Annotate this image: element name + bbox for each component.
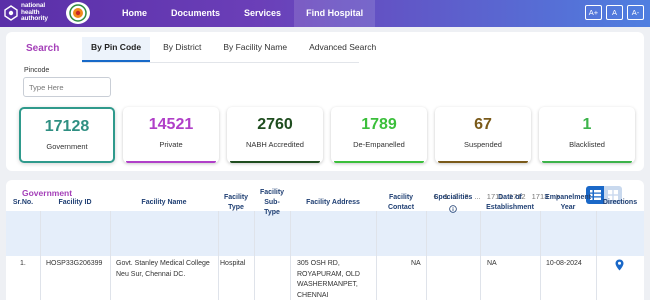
search-tabs: By Pin Code By District By Facility Name… <box>82 37 385 62</box>
cell-sr-no: 1. <box>20 260 26 267</box>
stat-accent-bar <box>438 161 528 163</box>
stat-value: 2760 <box>257 116 293 133</box>
font-size-controls: A+ A A- <box>585 5 644 20</box>
stat-card-government[interactable]: 17128 Government <box>19 107 115 163</box>
cell-directions[interactable] <box>615 259 624 276</box>
stat-accent-bar <box>542 161 632 163</box>
nav-documents[interactable]: Documents <box>160 0 231 27</box>
stat-value: 14521 <box>148 116 194 133</box>
nha-logo[interactable]: national health authority <box>4 2 62 24</box>
stat-value: 17128 <box>44 118 90 135</box>
stat-label: NABH Accredited <box>246 140 304 149</box>
column-divider <box>40 211 41 300</box>
col-header-facility-address: Facility Address <box>306 198 360 206</box>
font-decrease-button[interactable]: A- <box>627 5 644 20</box>
column-divider <box>376 211 377 300</box>
tab-advanced-search[interactable]: Advanced Search <box>300 37 385 62</box>
search-card: Search By Pin Code By District By Facili… <box>6 32 644 171</box>
tab-by-facility-name[interactable]: By Facility Name <box>214 37 296 62</box>
stat-label: Blacklisted <box>569 140 605 149</box>
stat-value: 1789 <box>361 116 397 133</box>
nav-home[interactable]: Home <box>111 0 158 27</box>
font-increase-button[interactable]: A+ <box>585 5 602 20</box>
stat-card-nabh-accredited[interactable]: 2760 NABH Accredited <box>227 107 323 163</box>
stat-card-blacklisted[interactable]: 1 Blacklisted <box>539 107 635 163</box>
tabs-divider <box>82 62 359 63</box>
column-divider <box>290 211 291 300</box>
col-header-specialities: Specialities <box>426 180 480 225</box>
cell-facility-id: HOSP33G206399 <box>46 260 103 267</box>
font-reset-button[interactable]: A <box>606 5 623 20</box>
stat-value: 1 <box>582 116 592 133</box>
top-navbar: national health authority Home Documents… <box>0 0 650 27</box>
column-divider <box>480 211 481 300</box>
cell-empanelment-year: 10-08-2024 <box>546 260 582 267</box>
facility-stats: 17128 Government 14521 Private 2760 NABH… <box>19 107 635 163</box>
nav-services[interactable]: Services <box>233 0 292 27</box>
stat-label: Government <box>46 142 88 151</box>
tab-by-district[interactable]: By District <box>154 37 210 62</box>
column-divider <box>254 211 255 300</box>
stat-accent-bar <box>126 161 216 163</box>
search-title: Search <box>26 43 60 54</box>
column-divider <box>540 211 541 300</box>
col-header-facility-type: Facility Type <box>223 193 249 211</box>
map-pin-icon[interactable] <box>615 259 624 271</box>
stat-value: 67 <box>474 116 492 133</box>
col-header-facility-contact: Facility Contact <box>387 193 415 211</box>
stat-label: Private <box>159 140 183 149</box>
info-icon[interactable] <box>449 204 457 213</box>
cell-facility-contact: NA <box>411 260 421 267</box>
tab-by-pin-code[interactable]: By Pin Code <box>82 37 151 62</box>
cell-date-of-establishment: NA <box>487 260 497 267</box>
logo-text-line: authority <box>21 15 48 23</box>
column-divider <box>596 211 597 300</box>
column-divider <box>426 211 427 300</box>
cell-facility-address: 305 OSH RD, ROYAPURAM, OLD WASHERMANPET,… <box>297 260 360 299</box>
column-divider <box>110 211 111 300</box>
stat-accent-bar <box>334 161 424 163</box>
stat-label: Suspended <box>464 140 502 149</box>
cell-facility-name: Govt. Stanley Medical College Neu Sur, C… <box>116 260 210 278</box>
stat-card-private[interactable]: 14521 Private <box>123 107 219 163</box>
main-nav: Home Documents Services Find Hospital <box>111 0 376 27</box>
col-header-directions: Directions <box>602 198 638 206</box>
col-header-facility-sub-type: Facility Sub-Type <box>259 188 285 216</box>
pincode-label: Pincode <box>24 67 50 74</box>
col-header-facility-id: Facility ID <box>58 198 92 206</box>
nha-logo-icon <box>4 5 18 21</box>
col-header-empanelment-year: Empanelment Year <box>545 193 591 211</box>
stat-label: De-Empanelled <box>353 140 405 149</box>
nha-logo-text: national health authority <box>21 3 48 23</box>
stat-card-suspended[interactable]: 67 Suspended <box>435 107 531 163</box>
stat-card-de-empanelled[interactable]: 1789 De-Empanelled <box>331 107 427 163</box>
col-header-specialities-label: Specialities <box>433 193 473 201</box>
ayushman-emblem-logo[interactable] <box>66 2 90 24</box>
pincode-input[interactable] <box>23 77 111 97</box>
cell-facility-type: Hospital <box>220 260 246 267</box>
emblem-icon <box>69 4 87 22</box>
results-card: Government ‹ 1 2 3 ... 1711 1712 1713 › … <box>6 180 644 300</box>
stat-accent-bar <box>230 161 320 163</box>
column-divider <box>218 211 219 300</box>
nav-find-hospital[interactable]: Find Hospital <box>294 0 376 27</box>
col-header-date-of-establishment: Date of Establishment <box>486 193 534 211</box>
col-header-facility-name: Facility Name <box>141 198 187 206</box>
col-header-sr-no: Sr.No. <box>12 198 34 206</box>
